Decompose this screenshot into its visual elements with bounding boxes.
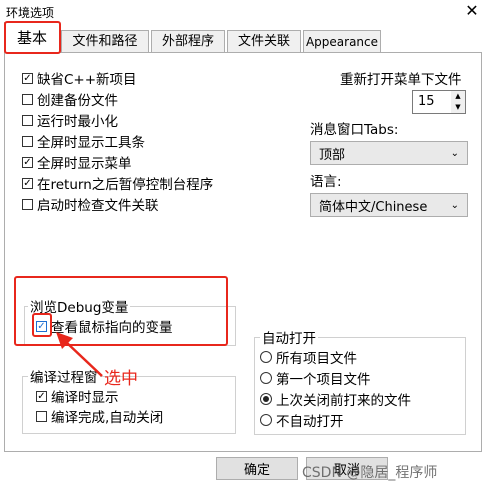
reopen-value: 15 (418, 94, 435, 109)
ok-button[interactable]: 确定 (216, 457, 298, 480)
checkbox[interactable]: ✓ (22, 156, 33, 168)
option-label: 启动时检查文件关联 (37, 198, 159, 214)
option-label: 运行时最小化 (37, 114, 118, 130)
window-title: 环境选项 (6, 6, 55, 20)
option-compile-show[interactable]: ✓ 编译时显示 (36, 386, 163, 406)
checkbox[interactable] (22, 93, 33, 105)
option-minimize-on-run[interactable]: 运行时最小化 (22, 110, 213, 130)
spinner-up-icon[interactable]: ▲ (451, 91, 465, 102)
language-select[interactable]: 简体中文/Chinese ⌄ (310, 193, 468, 217)
option-create-backup[interactable]: 创建备份文件 (22, 89, 213, 109)
option-label: 上次关闭前打来的文件 (276, 393, 411, 409)
option-pause-console[interactable]: ✓ 在return之后暂停控制台程序 (22, 173, 213, 193)
language-value: 简体中文/Chinese (319, 199, 428, 215)
radio-button[interactable] (260, 414, 272, 426)
chevron-down-icon: ⌄ (450, 147, 459, 159)
msg-window-label: 消息窗口Tabs: (310, 122, 399, 138)
option-label: 缺省C++新项目 (37, 72, 137, 88)
radio-all-files[interactable]: 所有项目文件 (260, 347, 411, 367)
checkbox[interactable] (22, 135, 33, 147)
radio-last-opened[interactable]: 上次关闭前打来的文件 (260, 389, 411, 409)
tab-file-associations[interactable]: 文件关联 (227, 30, 301, 52)
option-label: 创建备份文件 (37, 93, 118, 109)
annotation-text: 选中 (104, 369, 138, 389)
checkbox[interactable] (22, 114, 33, 126)
radio-button[interactable] (260, 372, 272, 384)
autoopen-options: 所有项目文件 第一个项目文件 上次关闭前打来的文件 不自动打开 (260, 347, 411, 430)
option-label: 不自动打开 (276, 414, 344, 430)
option-default-cpp-project[interactable]: ✓ 缺省C++新项目 (22, 68, 213, 88)
radio-button[interactable] (260, 351, 272, 363)
compile-options: ✓ 编译时显示 编译完成,自动关闭 (36, 386, 163, 426)
close-icon[interactable]: ✕ (462, 1, 482, 21)
watermark: CSDN @隐居_程序师 (302, 465, 438, 481)
annotation-arrow-icon (56, 332, 103, 377)
option-compile-autoclose[interactable]: 编译完成,自动关闭 (36, 406, 163, 426)
msg-window-select[interactable]: 顶部 ⌄ (310, 141, 468, 165)
checkbox[interactable] (22, 198, 33, 210)
option-label: 编译完成,自动关闭 (51, 410, 164, 426)
options-list: ✓ 缺省C++新项目 创建备份文件 运行时最小化 全屏时显示工具条 ✓ 全屏时显示菜… (22, 68, 213, 214)
option-label: 全屏时显示工具条 (37, 135, 145, 151)
radio-no-autoopen[interactable]: 不自动打开 (260, 410, 411, 430)
radio-button[interactable] (260, 393, 272, 405)
option-label: 在return之后暂停控制台程序 (37, 177, 214, 193)
option-fullscreen-toolbar[interactable]: 全屏时显示工具条 (22, 131, 213, 151)
radio-dot (263, 396, 269, 402)
option-fullscreen-menu[interactable]: ✓ 全屏时显示菜单 (22, 152, 213, 172)
language-label: 语言: (310, 174, 342, 190)
reopen-label: 重新打开菜单下文件 (340, 72, 462, 88)
checkbox[interactable]: ✓ (22, 177, 33, 189)
option-label: 编译时显示 (51, 390, 119, 406)
radio-first-file[interactable]: 第一个项目文件 (260, 368, 411, 388)
reopen-spinner[interactable]: 15 ▲ ▼ (412, 90, 466, 114)
msg-window-value: 顶部 (319, 147, 346, 163)
checkbox[interactable]: ✓ (36, 390, 47, 402)
tab-highlight-box (4, 21, 61, 54)
tab-files-paths[interactable]: 文件和路径 (61, 30, 149, 52)
option-label: 第一个项目文件 (276, 372, 371, 388)
tab-external-programs[interactable]: 外部程序 (151, 30, 225, 52)
checkbox[interactable] (36, 410, 47, 422)
tab-appearance[interactable]: Appearance (303, 30, 381, 52)
option-check-associations[interactable]: 启动时检查文件关联 (22, 194, 213, 214)
title-bar: 环境选项 ✕ (0, 0, 490, 24)
spinner-down-icon[interactable]: ▼ (451, 102, 465, 113)
option-label: 所有项目文件 (276, 351, 357, 367)
option-label: 全屏时显示菜单 (37, 156, 132, 172)
autoopen-group-title: 自动打开 (260, 327, 318, 347)
checkbox[interactable]: ✓ (22, 72, 33, 84)
chevron-down-icon: ⌄ (450, 199, 459, 211)
